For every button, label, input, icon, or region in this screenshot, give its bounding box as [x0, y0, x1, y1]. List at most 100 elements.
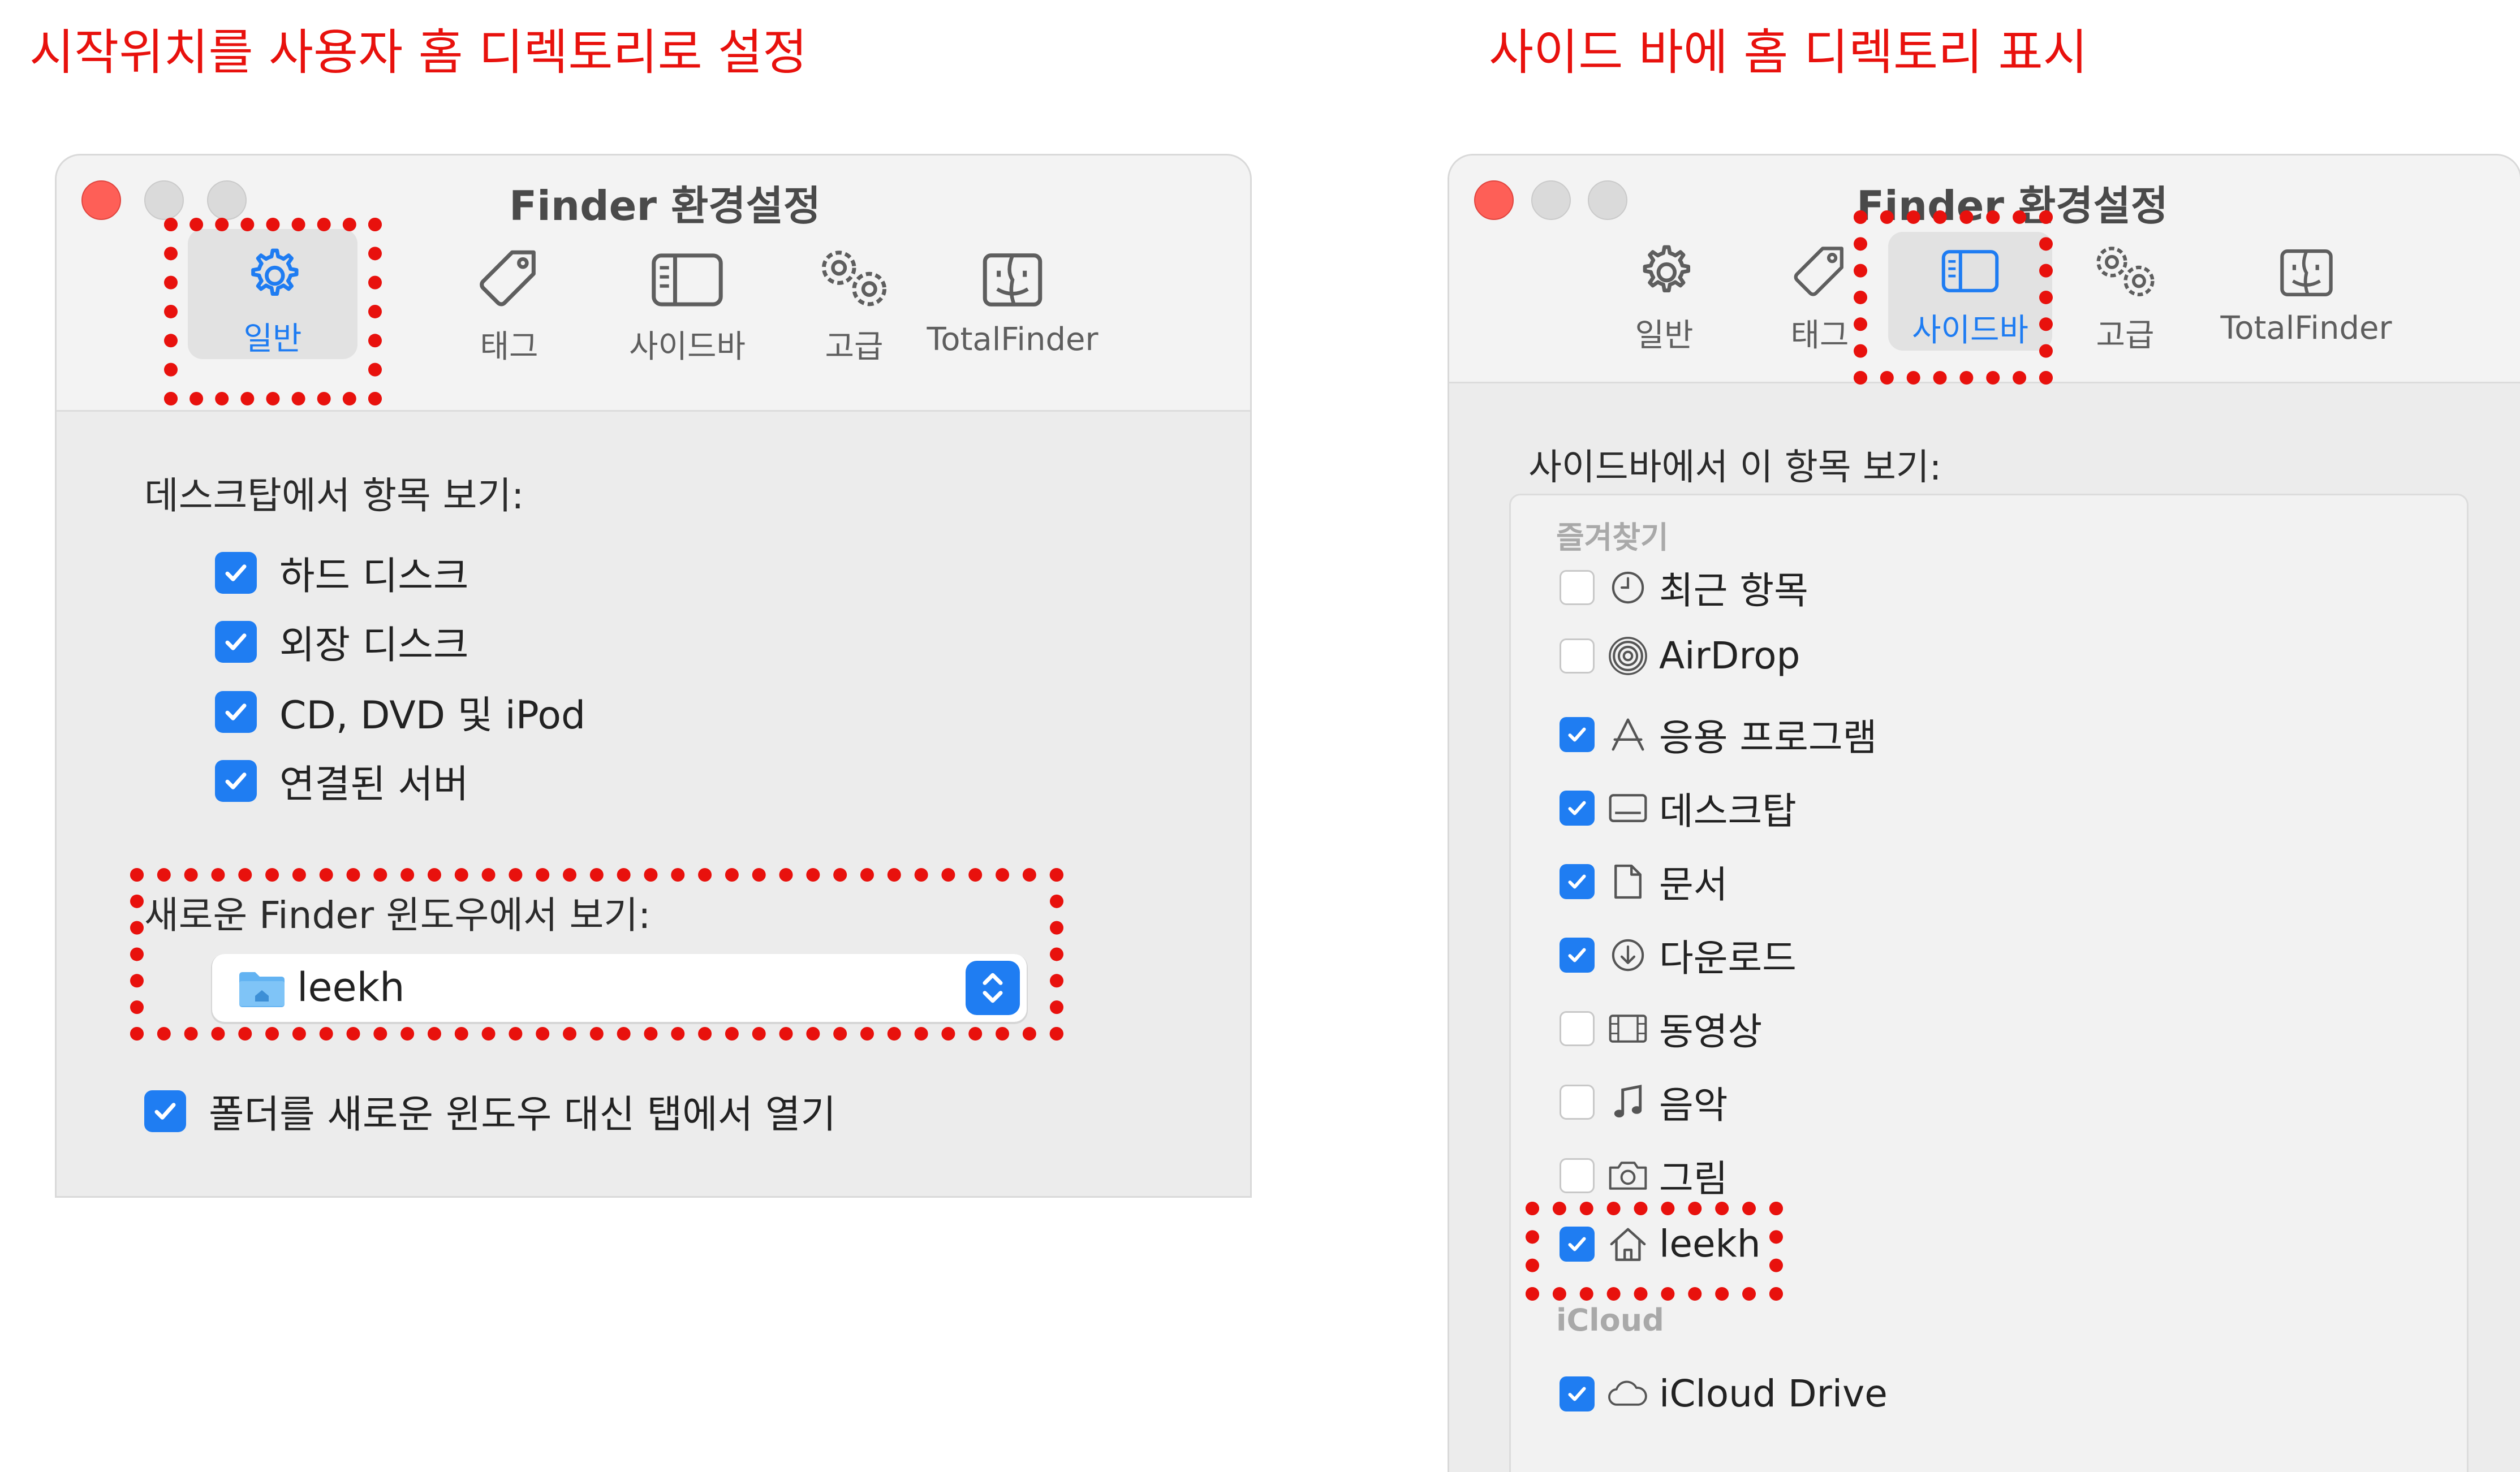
tab-sidebar-label: 사이드바: [628, 329, 746, 365]
tab-advanced-label: 고급: [2096, 317, 2155, 354]
sidebar-item-label: 최근 항목: [1659, 569, 1808, 612]
checkbox-cd-dvd-ipod[interactable]: CD, DVD 및 iPod: [215, 684, 585, 740]
checkmark-icon: [1568, 801, 1586, 815]
checkbox[interactable]: [215, 759, 257, 802]
checkbox-external-disk[interactable]: 외장 디스크: [215, 614, 468, 670]
clock-icon: [1606, 568, 1650, 607]
checkmark-icon: [225, 633, 247, 650]
checkbox-open-folders-in-tabs[interactable]: 폴더를 새로운 윈도우 대신 탭에서 열기: [144, 1083, 836, 1139]
window-title: Finder 환경설정: [509, 182, 821, 230]
tab-general[interactable]: 일반: [1593, 240, 1735, 356]
annotation-box-sidebar-tab: [1854, 210, 2053, 385]
checkbox[interactable]: [144, 1090, 186, 1132]
checkbox-label: 폴더를 새로운 윈도우 대신 탭에서 열기: [209, 1093, 837, 1137]
checkbox-hard-disk[interactable]: 하드 디스크: [215, 545, 468, 601]
gear-icon: [1643, 245, 1690, 292]
tab-advanced[interactable]: 고급: [798, 243, 911, 367]
desktop-icon: [1606, 788, 1650, 828]
checkbox[interactable]: [1560, 1158, 1595, 1193]
checkmark-icon: [225, 564, 247, 581]
checkbox[interactable]: [1560, 864, 1595, 899]
checkbox[interactable]: [1560, 638, 1595, 674]
checkbox[interactable]: [1560, 1376, 1595, 1411]
sidebar-item-movies[interactable]: 동영상: [1560, 1002, 1762, 1056]
tab-sidebar[interactable]: 사이드바: [608, 243, 766, 367]
checkbox-label: 하드 디스크: [279, 554, 469, 599]
sidebar-item-icloud-drive[interactable]: iCloud Drive: [1560, 1372, 1888, 1415]
tab-tags-label: 태그: [1790, 317, 1849, 354]
checkbox[interactable]: [1560, 1011, 1595, 1046]
checkbox[interactable]: [215, 620, 257, 663]
sidebar-item-label: 다운로드: [1659, 936, 1797, 980]
annotation-box-general-tab: [164, 218, 382, 405]
minimize-button[interactable]: [144, 180, 184, 220]
checkbox[interactable]: [215, 690, 257, 733]
advanced-gears-icon: [821, 251, 887, 307]
annotation-box-new-window: [130, 868, 1063, 1041]
checkbox-connected-servers[interactable]: 연결된 서버: [215, 753, 468, 809]
tab-totalfinder-label: TotalFinder: [2220, 310, 2392, 347]
sidebar-item-label: iCloud Drive: [1659, 1372, 1888, 1415]
sidebar-item-desktop[interactable]: 데스크탑: [1560, 781, 1797, 835]
sidebar-icon: [652, 253, 723, 307]
sidebar-item-recents[interactable]: 최근 항목: [1560, 560, 1808, 615]
cloud-icon: [1606, 1374, 1650, 1414]
music-icon: [1606, 1082, 1650, 1122]
advanced-gears-icon: [2096, 247, 2155, 296]
checkmark-icon: [1568, 874, 1586, 889]
sidebar-item-label: 동영상: [1659, 1010, 1763, 1054]
icloud-header: iCloud: [1556, 1302, 1664, 1338]
sidebar-item-airdrop[interactable]: AirDrop: [1560, 634, 1800, 677]
tab-totalfinder[interactable]: TotalFinder: [911, 243, 1114, 358]
document-icon: [1606, 862, 1650, 901]
sidebar-item-applications[interactable]: 응용 프로그램: [1560, 707, 1877, 762]
totalfinder-icon: [983, 253, 1043, 307]
zoom-button[interactable]: [1588, 180, 1627, 220]
zoom-button[interactable]: [207, 180, 247, 220]
airdrop-icon: [1606, 636, 1650, 676]
tab-tags[interactable]: 태그: [447, 243, 571, 367]
sidebar-item-label: 데스크탑: [1659, 789, 1797, 833]
checkbox[interactable]: [1560, 717, 1595, 752]
checkmark-icon: [154, 1102, 176, 1120]
applications-icon: [1606, 715, 1650, 754]
tag-icon: [1794, 247, 1843, 296]
checkbox-label: 연결된 서버: [279, 762, 469, 807]
checkmark-icon: [225, 772, 247, 789]
sidebar-item-label: AirDrop: [1659, 634, 1800, 677]
sidebar-item-music[interactable]: 음악: [1560, 1075, 1728, 1129]
sidebar-item-pictures[interactable]: 그림: [1560, 1149, 1728, 1203]
checkbox[interactable]: [1560, 938, 1595, 973]
caption-left: 시작위치를 사용자 홈 디렉토리로 설정: [29, 24, 808, 81]
tag-icon: [480, 250, 536, 307]
checkbox[interactable]: [215, 551, 257, 594]
caption-right: 사이드 바에 홈 디렉토리 표시: [1489, 24, 2088, 81]
sidebar-item-downloads[interactable]: 다운로드: [1560, 928, 1797, 982]
camera-icon: [1606, 1156, 1650, 1195]
close-button[interactable]: [81, 180, 121, 220]
tab-advanced-label: 고급: [825, 329, 884, 365]
sidebar-section-label: 사이드바에서 이 항목 보기:: [1528, 447, 1942, 489]
tab-totalfinder-label: TotalFinder: [927, 321, 1099, 358]
tab-general-label: 일반: [1635, 317, 1694, 354]
tab-advanced[interactable]: 고급: [2071, 240, 2179, 356]
checkbox[interactable]: [1560, 570, 1595, 605]
checkbox[interactable]: [1560, 1085, 1595, 1120]
checkmark-icon: [1568, 1387, 1586, 1401]
desktop-section-label: 데스크탑에서 항목 보기:: [144, 474, 524, 517]
checkmark-icon: [225, 703, 247, 720]
checkbox-label: 외장 디스크: [279, 623, 469, 668]
sidebar-item-label: 그림: [1659, 1157, 1728, 1201]
checkbox-label: CD, DVD 및 iPod: [279, 693, 586, 738]
checkmark-icon: [1568, 948, 1586, 962]
minimize-button[interactable]: [1531, 180, 1571, 220]
annotation-box-home-item: [1526, 1202, 1783, 1301]
sidebar-items-list: 즐겨찾기 최근 항목 AirDrop 응용 프로그램 데스크탑 문서 다운로드 …: [1509, 494, 2469, 1472]
sidebar-item-documents[interactable]: 문서: [1560, 854, 1728, 909]
tab-totalfinder[interactable]: TotalFinder: [2210, 240, 2402, 347]
close-button[interactable]: [1474, 180, 1514, 220]
download-icon: [1606, 935, 1650, 975]
tab-tags-label: 태그: [480, 329, 539, 365]
checkbox[interactable]: [1560, 791, 1595, 826]
sidebar-item-label: 음악: [1659, 1084, 1728, 1127]
